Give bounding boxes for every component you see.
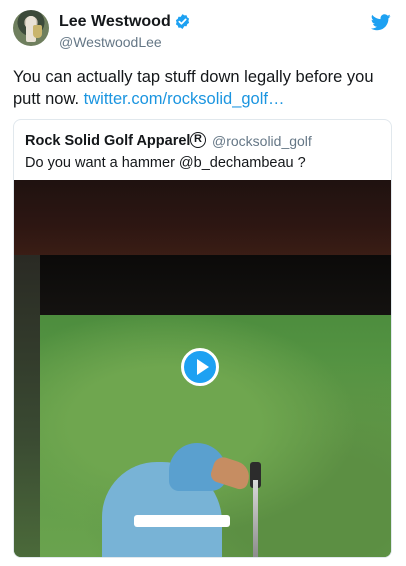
author-handle[interactable]: @WestwoodLee	[59, 34, 162, 51]
tweet-card: Lee Westwood @WestwoodLee You can actual…	[0, 0, 406, 566]
play-icon	[197, 359, 209, 375]
video-player[interactable]	[14, 180, 391, 557]
tweet-text: You can actually tap stuff down legally …	[13, 66, 393, 110]
author-avatar[interactable]	[13, 10, 49, 46]
quoted-author-name[interactable]: Rock Solid Golf Apparel	[25, 132, 190, 150]
quoted-text: Do you want a hammer @b_dechambeau ?	[25, 155, 306, 171]
tweet-link[interactable]: twitter.com/rocksolid_golf…	[84, 90, 285, 108]
video-golfer-belt	[134, 515, 230, 527]
video-dark-band	[14, 255, 391, 315]
avatar-trophy	[33, 25, 42, 38]
quoted-tweet[interactable]: Rock Solid Golf Apparel R @rocksolid_gol…	[13, 119, 392, 558]
registered-mark-icon: R	[190, 132, 206, 148]
verified-badge-icon	[175, 14, 190, 29]
video-left-edge	[14, 255, 40, 557]
play-button[interactable]	[181, 348, 219, 386]
video-club-shaft	[253, 480, 258, 557]
author-name[interactable]: Lee Westwood	[59, 12, 171, 31]
twitter-bird-icon[interactable]	[371, 14, 391, 31]
video-background-top	[14, 180, 391, 255]
quoted-author-handle[interactable]: @rocksolid_golf	[212, 132, 312, 150]
